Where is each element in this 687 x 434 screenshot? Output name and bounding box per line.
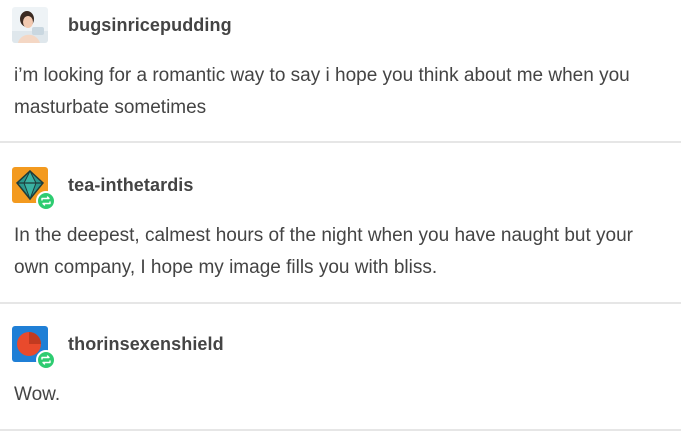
reblog-thread: bugsinricepudding i’m looking for a roma…: [0, 0, 687, 432]
post-header: thorinsexenshield: [12, 323, 224, 370]
post-text: In the deepest, calmest hours of the nig…: [14, 225, 633, 278]
username[interactable]: thorinsexenshield: [68, 334, 224, 355]
post-text: Wow.: [14, 384, 61, 405]
divider: [0, 429, 681, 431]
reblog-icon: [36, 191, 56, 211]
post-bugsinricepudding: bugsinricepudding i’m looking for a roma…: [0, 0, 687, 143]
reblog-icon: [36, 350, 56, 370]
post-thorinsexenshield: thorinsexenshield Wow.: [0, 304, 687, 432]
woman-photo-avatar-icon: [12, 7, 48, 43]
post-header: tea-inthetardis: [12, 164, 194, 211]
avatar[interactable]: [12, 167, 56, 211]
divider: [0, 141, 681, 143]
avatar[interactable]: [12, 326, 56, 370]
post-text: i’m looking for a romantic way to say i …: [14, 65, 630, 118]
post-tea-inthetardis: tea-inthetardis In the deepest, calmest …: [0, 142, 687, 304]
username[interactable]: bugsinricepudding: [68, 15, 232, 36]
avatar[interactable]: [12, 7, 48, 43]
username[interactable]: tea-inthetardis: [68, 175, 194, 196]
divider: [0, 302, 681, 304]
post-header: bugsinricepudding: [12, 4, 232, 46]
